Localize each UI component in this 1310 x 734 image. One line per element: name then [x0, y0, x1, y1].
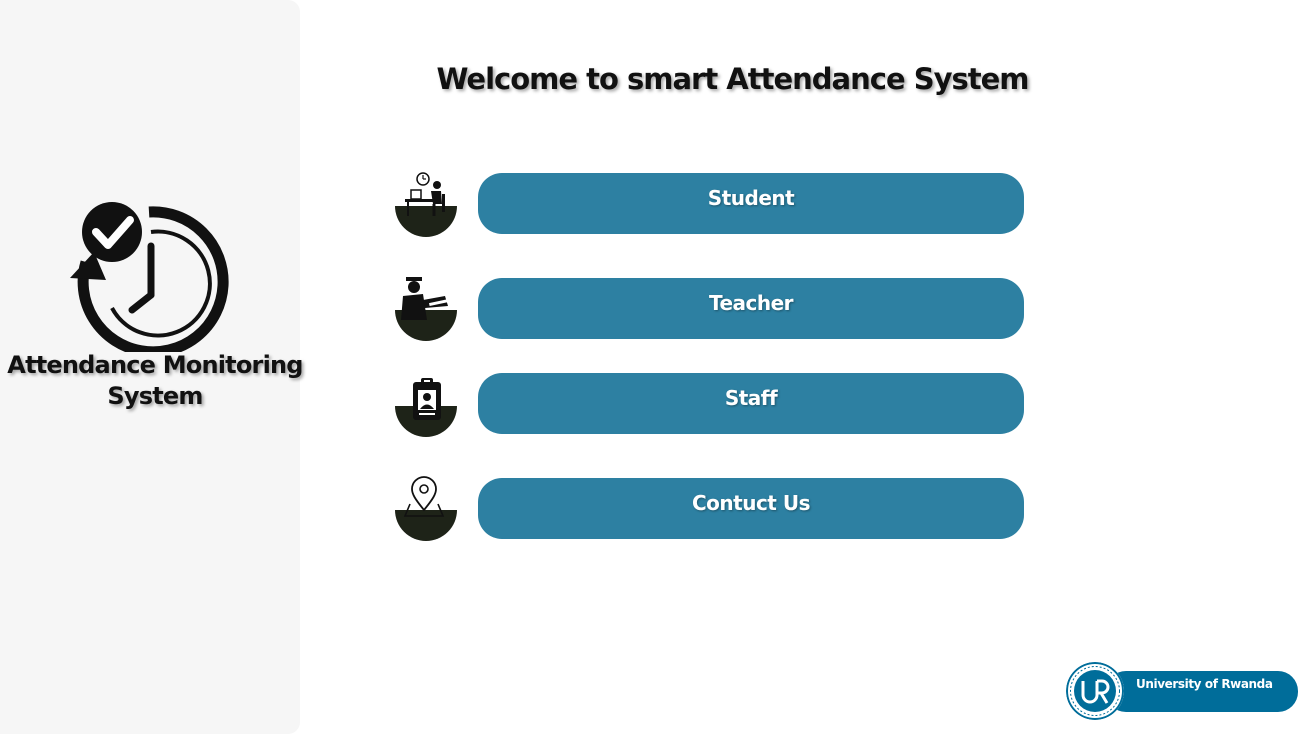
- university-name: University of Rwanda: [1136, 677, 1273, 691]
- clock-check-icon: [70, 202, 229, 352]
- university-badge: University of Rwanda: [1066, 662, 1298, 722]
- student-button[interactable]: Student: [478, 173, 1024, 234]
- student-at-desk-icon: [395, 172, 457, 237]
- staff-id-badge-icon: [395, 378, 457, 437]
- ur-seal-icon: [1066, 662, 1124, 720]
- welcome-heading: Welcome to smart Attendance System: [436, 62, 1029, 96]
- teacher-button[interactable]: Teacher: [478, 278, 1024, 339]
- sidebar: Attendance Monitoring System: [0, 0, 303, 734]
- teacher-icon: [395, 277, 457, 341]
- contact-us-button[interactable]: Contuct Us: [478, 478, 1024, 539]
- location-pin-icon: [395, 476, 457, 541]
- staff-button[interactable]: Staff: [478, 373, 1024, 434]
- app-title: Attendance Monitoring System: [7, 351, 303, 410]
